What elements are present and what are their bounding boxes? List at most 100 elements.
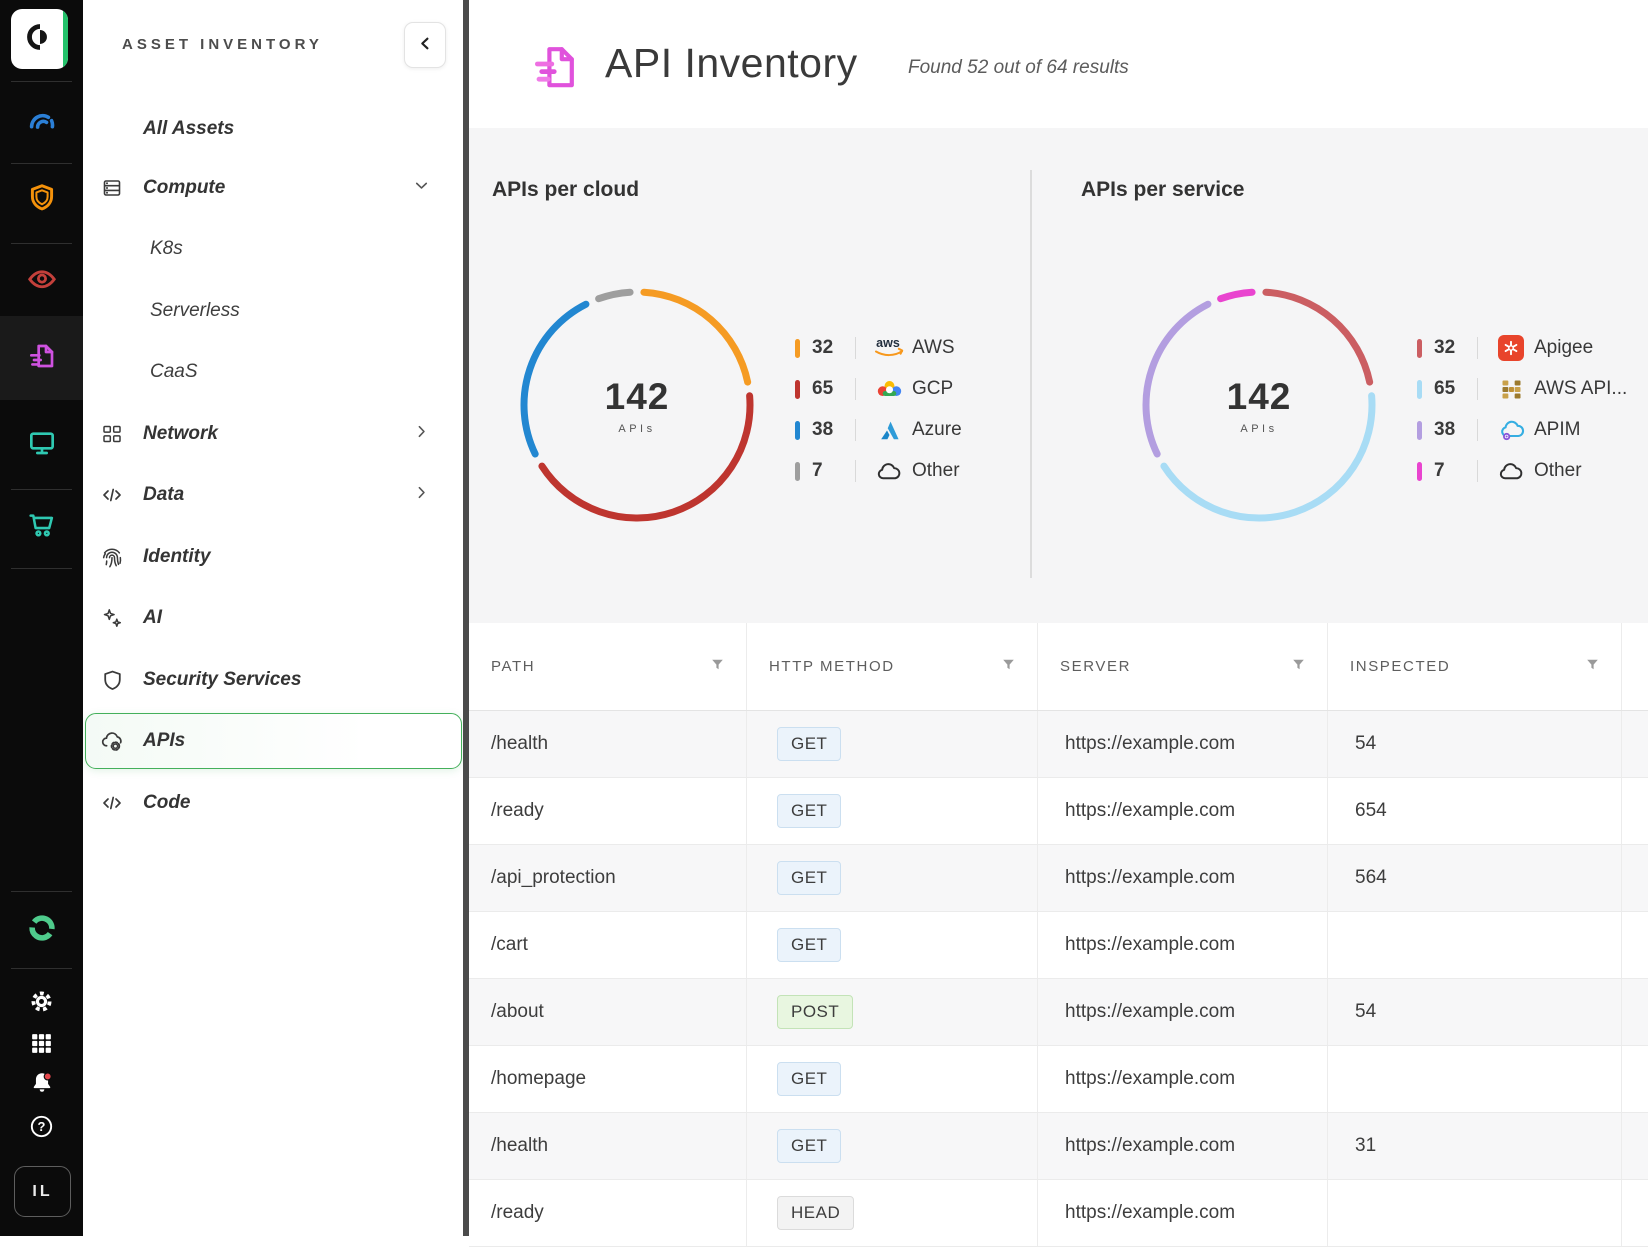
user-avatar[interactable]: IL <box>14 1166 71 1217</box>
rail-item-endpoints-monitor[interactable] <box>0 423 83 467</box>
legend-divider <box>1477 460 1478 482</box>
sidebar-item-serverless[interactable]: Serverless <box>83 283 463 339</box>
column-header-spacer <box>1622 623 1648 710</box>
security-shield-icon <box>26 182 58 219</box>
chevron-right-icon <box>413 423 430 445</box>
api-inventory-icon <box>26 340 58 377</box>
cell-server: https://example.com <box>1038 845 1328 911</box>
sidebar-item-security-services[interactable]: Security Services <box>83 652 463 708</box>
cell-path: /homepage <box>469 1046 747 1112</box>
table-row[interactable]: /api_protectionGEThttps://example.com564 <box>469 845 1648 912</box>
chart-title: APIs per cloud <box>492 178 639 202</box>
column-header-server[interactable]: SERVER <box>1038 623 1328 710</box>
table-row[interactable]: /aboutPOSThttps://example.com54 <box>469 979 1648 1046</box>
gcp-icon <box>871 375 907 403</box>
sidebar-item-ai[interactable]: AI <box>83 590 463 646</box>
sidebar-item-apis[interactable]: APIs <box>83 713 463 769</box>
rail-item-notifications-bell[interactable] <box>0 1063 83 1107</box>
cell-spacer <box>1622 1046 1648 1112</box>
sidebar-item-network[interactable]: Network <box>83 406 463 462</box>
legend-value: 65 <box>1434 375 1476 403</box>
rail-divider <box>11 163 72 164</box>
logo-button[interactable] <box>11 9 68 69</box>
sidebar-item-label: Network <box>143 423 218 445</box>
rail-divider <box>11 489 72 490</box>
legend-value: 32 <box>812 334 854 362</box>
cell-server: https://example.com <box>1038 711 1328 777</box>
sidebar-item-all-assets[interactable]: All Assets <box>83 101 463 157</box>
table-row[interactable]: /homepageGEThttps://example.com <box>469 1046 1648 1113</box>
column-header-label: SERVER <box>1060 658 1131 675</box>
column-header-label: PATH <box>491 658 535 675</box>
column-header-inspected[interactable]: INSPECTED <box>1328 623 1622 710</box>
http-method-badge: GET <box>777 861 841 895</box>
sidebar-item-label: Security Services <box>143 669 301 691</box>
table-row[interactable]: /healthGEThttps://example.com31 <box>469 1113 1648 1180</box>
http-method-badge: GET <box>777 727 841 761</box>
rail-item-status-ring[interactable] <box>0 908 83 952</box>
legend-item-apigee: 32Apigee <box>1417 334 1648 362</box>
http-method-badge: GET <box>777 928 841 962</box>
rail-item-settings-gear[interactable] <box>0 982 83 1026</box>
sidebar-item-label: Data <box>143 484 184 506</box>
http-method-badge: GET <box>777 1062 841 1096</box>
column-header-path[interactable]: PATH <box>469 623 747 710</box>
cell-inspected: 564 <box>1328 845 1622 911</box>
legend-divider <box>1477 378 1478 400</box>
legend-label: GCP <box>912 375 953 403</box>
filter-funnel-icon[interactable] <box>1292 658 1305 675</box>
legend-divider <box>855 460 856 482</box>
apps-grid-icon <box>29 1031 54 1061</box>
table-row[interactable]: /readyGEThttps://example.com654 <box>469 778 1648 845</box>
settings-gear-icon <box>28 988 55 1020</box>
legend-divider <box>855 337 856 359</box>
filter-funnel-icon[interactable] <box>1002 658 1015 675</box>
rail-item-api-inventory[interactable] <box>0 336 83 380</box>
filter-funnel-icon[interactable] <box>711 658 724 675</box>
http-method-badge: GET <box>777 1129 841 1163</box>
rail-divider <box>11 243 72 244</box>
http-method-badge: HEAD <box>777 1196 854 1230</box>
legend-divider <box>1477 419 1478 441</box>
legend-color-pill <box>1417 421 1422 440</box>
cell-server: https://example.com <box>1038 912 1328 978</box>
sidebar-collapse-button[interactable] <box>404 22 446 68</box>
legend-item-gcp: 65GCP <box>795 375 1035 403</box>
rail-item-apps-grid[interactable] <box>0 1024 83 1068</box>
sidebar-item-code[interactable]: Code <box>83 775 463 831</box>
rail-item-marketplace-cart[interactable] <box>0 505 83 549</box>
column-header-label: HTTP METHOD <box>769 658 895 675</box>
column-header-http-method[interactable]: HTTP METHOD <box>747 623 1038 710</box>
table-row[interactable]: /readyHEADhttps://example.com <box>469 1180 1648 1247</box>
donut-segment-azure <box>524 304 586 454</box>
sidebar-item-caas[interactable]: CaaS <box>83 344 463 400</box>
legend-divider <box>855 378 856 400</box>
rail-divider <box>11 891 72 892</box>
charts-panel: APIs per cloud142 APIs32awsAWS65GCP38Azu… <box>469 128 1648 623</box>
sidebar-item-label: CaaS <box>150 361 198 383</box>
table-row[interactable]: /cartGEThttps://example.com <box>469 912 1648 979</box>
sidebar-item-k8s[interactable]: K8s <box>83 221 463 277</box>
sidebar-title: ASSET INVENTORY <box>122 36 323 53</box>
cell-http-method: GET <box>747 778 1038 844</box>
sidebar-item-compute[interactable]: Compute <box>83 160 463 216</box>
rail-item-security-shield[interactable] <box>0 178 83 222</box>
cell-server: https://example.com <box>1038 778 1328 844</box>
chevron-down-icon <box>413 177 430 199</box>
rail-item-dashboard[interactable] <box>0 102 83 146</box>
legend-item-azure: 38Azure <box>795 416 1035 444</box>
page-title: API Inventory <box>605 40 858 87</box>
cell-inspected <box>1328 1046 1622 1112</box>
rail-item-visibility-eye[interactable] <box>0 259 83 303</box>
sidebar-item-data[interactable]: Data <box>83 467 463 523</box>
table-row[interactable]: /healthGEThttps://example.com54 <box>469 711 1648 778</box>
sidebar-item-identity[interactable]: Identity <box>83 529 463 585</box>
asset-inventory-sidebar: ASSET INVENTORY All AssetsComputeK8s Serv… <box>83 0 463 1236</box>
rail-item-help[interactable]: ? <box>0 1107 83 1151</box>
charts-divider <box>1030 170 1032 578</box>
app-rail: ? IL <box>0 0 83 1236</box>
cell-spacer <box>1622 979 1648 1045</box>
main-content: API Inventory Found 52 out of 64 results… <box>469 0 1648 1236</box>
cell-http-method: GET <box>747 1113 1038 1179</box>
filter-funnel-icon[interactable] <box>1586 658 1599 675</box>
